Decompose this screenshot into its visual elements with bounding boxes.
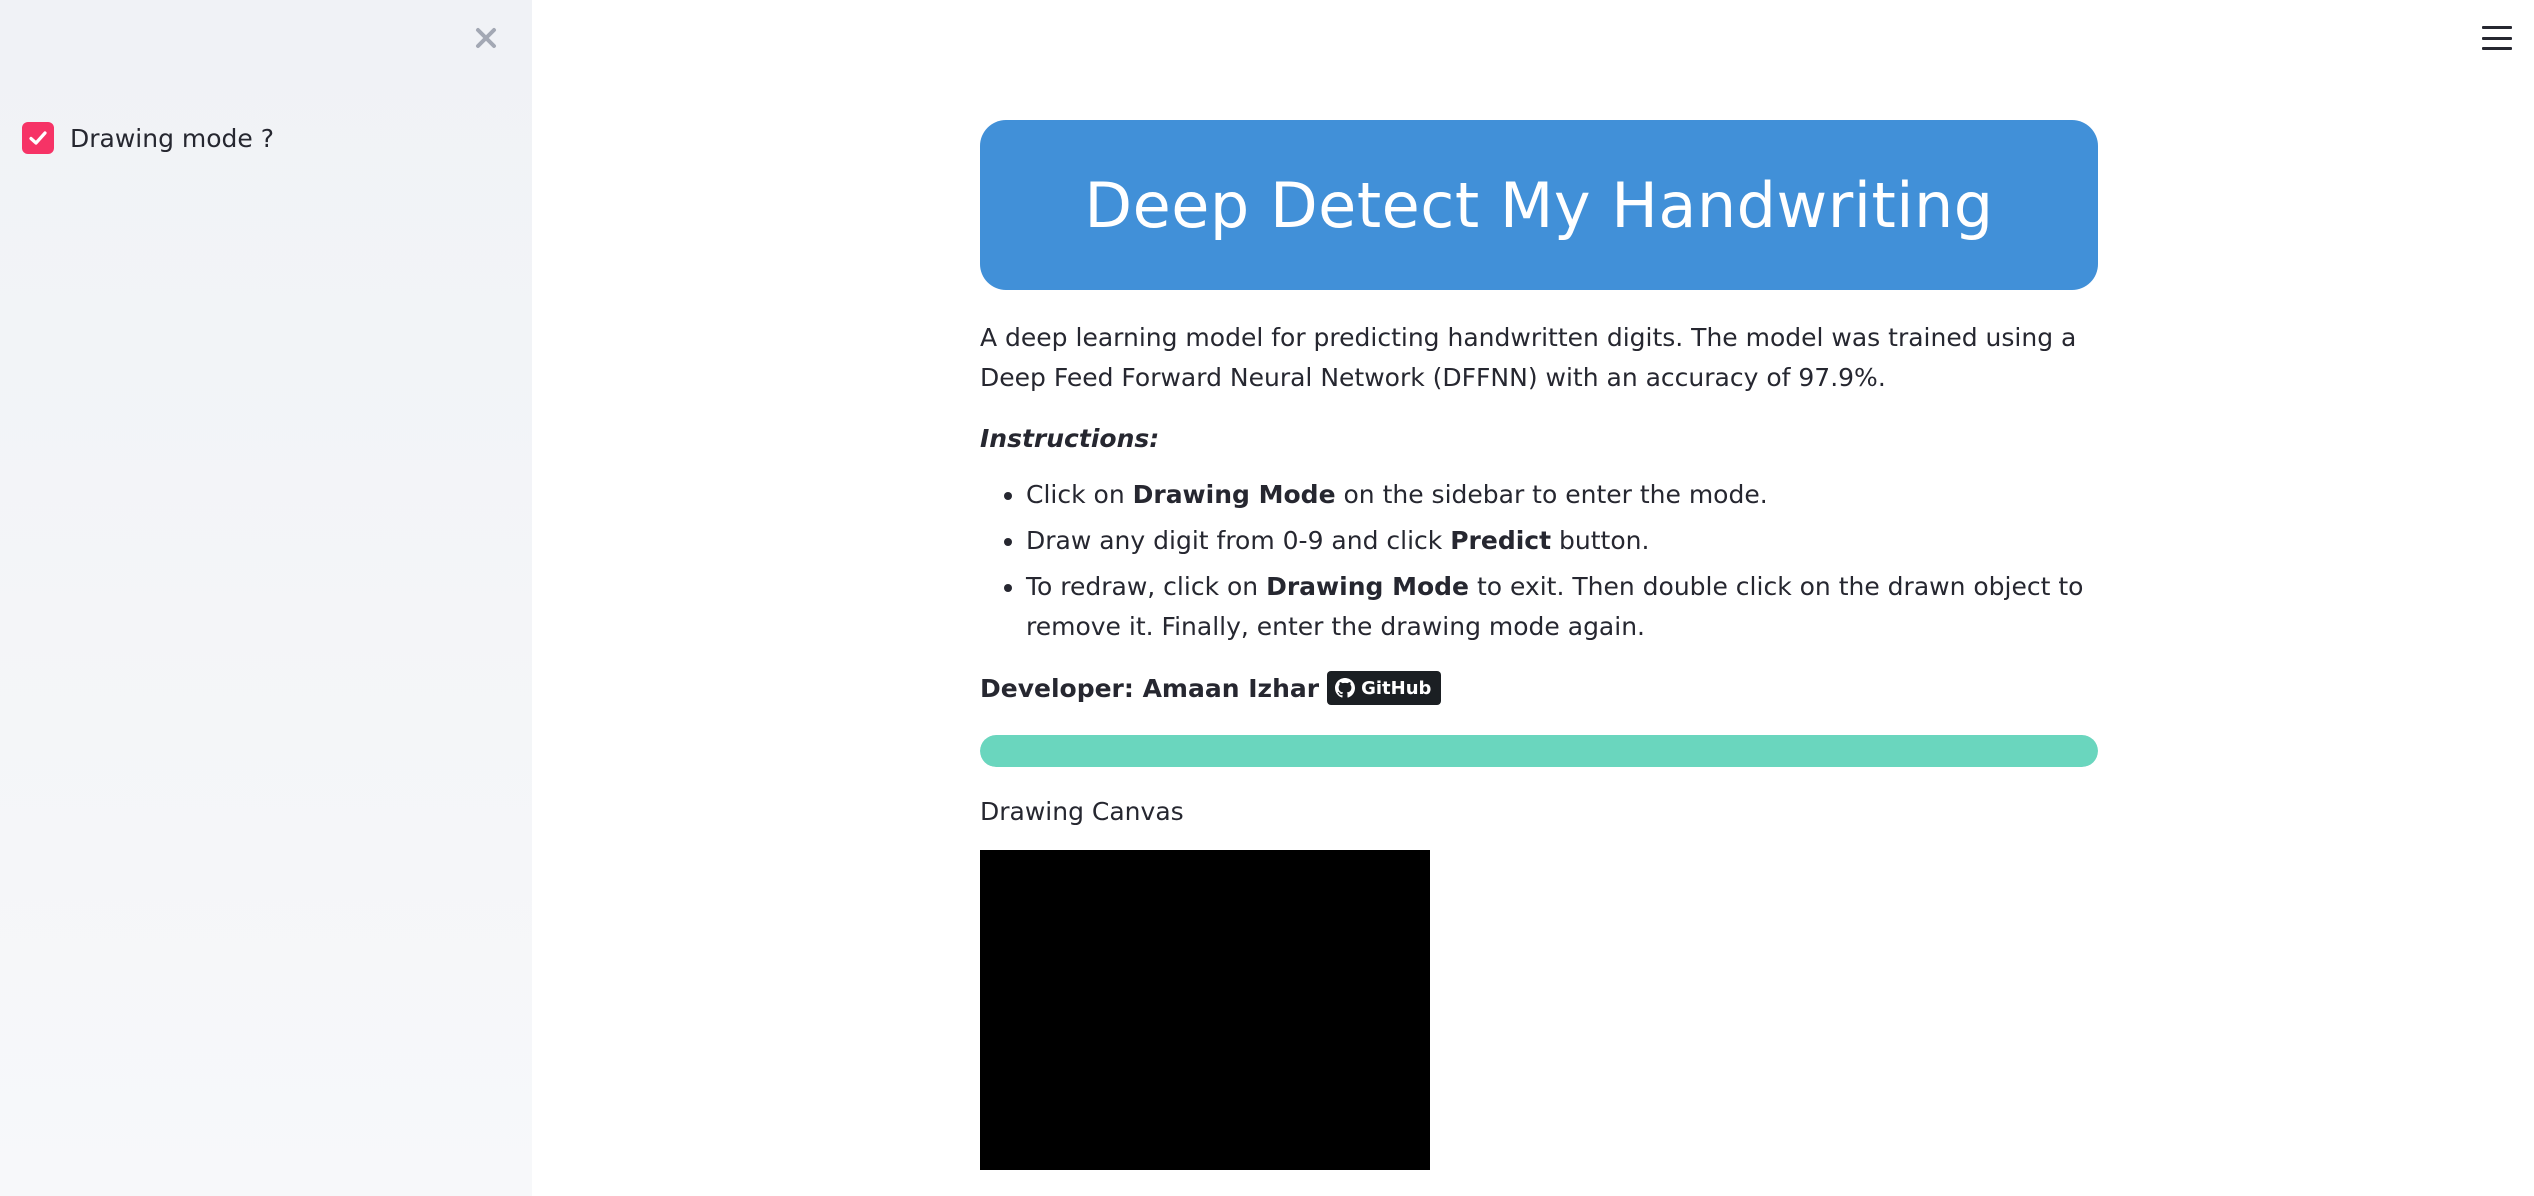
progress-bar [980,735,2098,767]
main-content: Deep Detect My Handwriting A deep learni… [980,120,2098,1170]
close-icon[interactable] [470,22,502,54]
instructions-heading: Instructions: [980,424,1160,453]
list-item: Click on Drawing Mode on the sidebar to … [1026,475,2098,515]
instruction-text: Click on [1026,480,1133,509]
instruction-bold: Drawing Mode [1132,480,1336,509]
github-badge-label: GitHub [1361,677,1432,699]
developer-row: Developer: Amaan Izhar GitHub [980,671,2098,705]
description: A deep learning model for predicting han… [980,323,2077,392]
developer-label: Developer: Amaan Izhar [980,673,1320,703]
progress-fill [980,735,2098,767]
instruction-text: Draw any digit from 0-9 and click [1026,526,1451,555]
drawing-mode-label: Drawing mode ? [70,123,275,153]
github-badge[interactable]: GitHub [1327,671,1442,705]
drawing-canvas[interactable] [980,850,1430,1170]
instructions-list: Click on Drawing Mode on the sidebar to … [980,475,2098,647]
checkbox-checked-icon[interactable] [22,122,54,154]
sidebar: Drawing mode ? [0,0,532,1196]
list-item: Draw any digit from 0-9 and click Predic… [1026,521,2098,561]
instruction-bold: Predict [1450,526,1552,555]
title-banner: Deep Detect My Handwriting [980,120,2098,290]
instruction-text: To redraw, click on [1026,572,1267,601]
instruction-bold: Drawing Mode [1266,572,1469,601]
canvas-label: Drawing Canvas [980,797,1184,826]
instruction-text: button. [1551,526,1650,555]
app-root: Drawing mode ? Deep Detect My Handwritin… [0,0,2534,1196]
hamburger-icon[interactable] [2482,24,2512,52]
instruction-text: on the sidebar to enter the mode. [1335,480,1768,509]
list-item: To redraw, click on Drawing Mode to exit… [1026,567,2098,647]
github-icon [1335,678,1356,698]
page-title: Deep Detect My Handwriting [1084,168,1994,242]
drawing-mode-checkbox[interactable]: Drawing mode ? [22,122,274,154]
